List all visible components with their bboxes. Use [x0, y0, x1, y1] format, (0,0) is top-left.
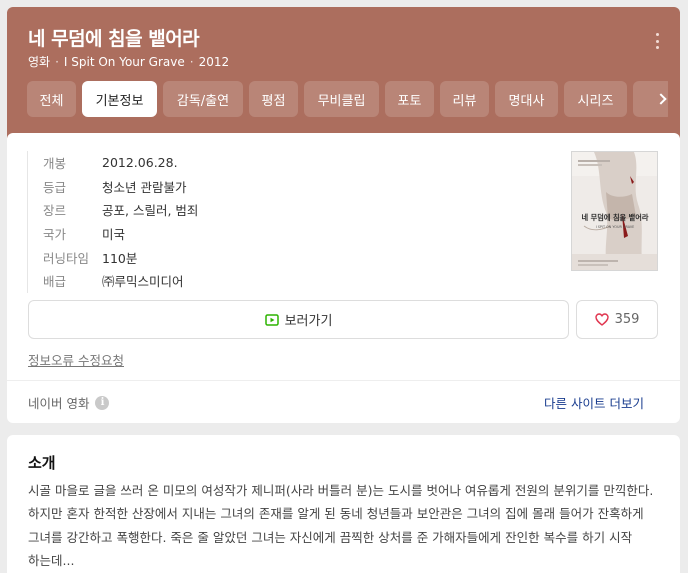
chevron-right-icon[interactable] — [644, 81, 680, 117]
info-row-country: 국가 미국 — [43, 222, 277, 246]
tab-movie-clip[interactable]: 무비클립 — [304, 81, 379, 117]
info-value: 공포, 스릴러, 범죄 — [102, 203, 199, 219]
divider — [7, 380, 680, 381]
separator-dot: · — [55, 54, 59, 69]
tab-all[interactable]: 전체 — [27, 81, 76, 117]
tab-series[interactable]: 시리즈 — [564, 81, 627, 117]
info-row-genre: 장르 공포, 스릴러, 범죄 — [43, 198, 277, 222]
tab-director-cast[interactable]: 감독/출연 — [163, 81, 243, 117]
watch-button[interactable]: 보러가기 — [28, 300, 569, 339]
info-row-runtime: 러닝타임 110분 — [43, 245, 277, 269]
source-text: 네이버 영화 — [28, 396, 90, 411]
report-error-link[interactable]: 정보오류 수정요청 — [28, 350, 124, 369]
poster-subtitle: I SPIT ON YOUR GRAVE — [596, 225, 635, 229]
info-value: 2012.06.28. — [102, 155, 178, 171]
poster-title: 네 무덤에 침을 뱉어라 — [581, 213, 648, 222]
tab-photo[interactable]: 포토 — [385, 81, 434, 117]
movie-title: 네 무덤에 침을 뱉어라 — [28, 28, 200, 50]
info-label: 장르 — [43, 203, 67, 219]
info-list: 개봉 2012.06.28. 등급 청소년 관람불가 장르 공포, 스릴러, 범… — [27, 151, 277, 293]
source-label: 네이버 영화 i — [28, 393, 110, 412]
tab-rating[interactable]: 평점 — [249, 81, 298, 117]
heart-icon — [594, 313, 609, 326]
tab-quotes[interactable]: 명대사 — [495, 81, 558, 117]
synopsis-card: 소개 시골 마을로 글을 쓰러 온 미모의 여성작가 제니퍼(사라 버틀러 분)… — [7, 435, 680, 573]
release-year: 2012 — [198, 54, 230, 69]
play-box-icon — [264, 313, 279, 326]
movie-subtitle: 영화 · I Spit On Your Grave · 2012 — [28, 53, 229, 70]
info-label: 러닝타임 — [43, 250, 90, 266]
info-value: 110분 — [102, 250, 138, 266]
more-options-icon[interactable] — [650, 31, 664, 51]
movie-category: 영화 — [28, 55, 51, 69]
tab-review[interactable]: 리뷰 — [440, 81, 489, 117]
separator-dot: · — [189, 54, 194, 69]
synopsis-text: 시골 마을로 글을 쓰러 온 미모의 여성작가 제니퍼(사라 버틀러 분)는 도… — [28, 483, 654, 568]
info-row-rating: 등급 청소년 관람불가 — [43, 175, 277, 199]
info-label: 국가 — [43, 227, 67, 243]
tab-basic-info[interactable]: 기본정보 — [82, 81, 157, 117]
info-icon[interactable]: i — [95, 395, 110, 410]
watch-button-label: 보러가기 — [284, 314, 333, 329]
info-label: 배급 — [43, 274, 67, 290]
page: 네 무덤에 침을 뱉어라 영화 · I Spit On Your Grave ·… — [0, 0, 688, 573]
info-value: 미국 — [102, 227, 126, 243]
tab-bar: 전체 기본정보 감독/출연 평점 무비클립 포토 리뷰 명대사 시리즈 — [27, 81, 668, 117]
other-sites-link[interactable]: 다른 사이트 더보기 — [544, 393, 644, 412]
info-row-release: 개봉 2012.06.28. — [43, 151, 277, 175]
poster-image: 네 무덤에 침을 뱉어라 I SPIT ON YOUR GRAVE — [572, 152, 657, 270]
info-label: 개봉 — [43, 156, 67, 172]
like-count: 359 — [614, 312, 640, 327]
basic-info-card: 개봉 2012.06.28. 등급 청소년 관람불가 장르 공포, 스릴러, 범… — [7, 133, 680, 423]
movie-poster[interactable]: 네 무덤에 침을 뱉어라 I SPIT ON YOUR GRAVE — [571, 151, 658, 271]
info-value: ㈜루믹스미디어 — [102, 274, 184, 290]
original-title: I Spit On Your Grave — [63, 54, 185, 69]
like-button[interactable]: 359 — [576, 300, 658, 339]
info-value: 청소년 관람불가 — [102, 179, 187, 195]
synopsis-title: 소개 — [28, 454, 56, 472]
info-row-distributor: 배급 ㈜루믹스미디어 — [43, 269, 277, 293]
info-label: 등급 — [43, 179, 67, 195]
